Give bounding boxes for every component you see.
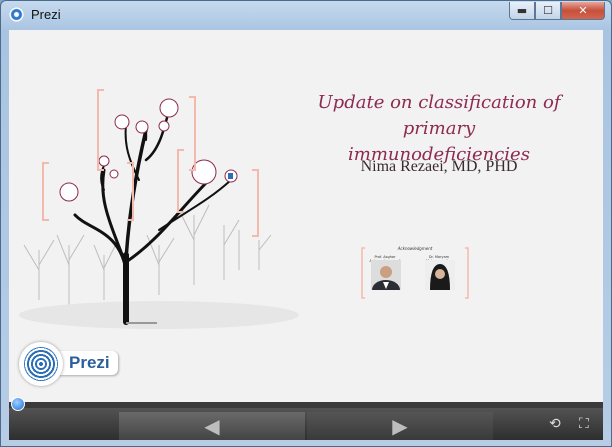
progress-bar[interactable] [9,397,603,411]
minimize-button[interactable]: ▬ [509,2,535,20]
window-title: Prezi [31,7,61,22]
prezi-app-icon [9,7,24,22]
fullscreen-icon[interactable]: ⛶ [579,416,589,432]
prezi-window: Prezi ▬ ☐ ✕ Update on classification of … [0,0,612,447]
presentation-canvas[interactable]: Update on classification of primary immu… [9,30,603,402]
person2-photo [425,260,455,290]
ack-label: Acknowledgment [397,246,433,251]
next-button[interactable]: ▶ [307,412,493,440]
prezi-logo[interactable]: Prezi [19,342,119,386]
presentation-title: Update on classification of primary immu… [279,90,599,168]
title-bar[interactable]: Prezi ▬ ☐ ✕ [1,1,611,29]
autoplay-icon[interactable]: ⟲ [549,416,561,432]
player-toolbar: ◀ ▶ ⟲ ⛶ [9,397,603,440]
arrow-right-icon: ▶ [392,414,408,438]
presentation-author: Nima Rezaei, MD, PHD [360,158,518,175]
close-button[interactable]: ✕ [561,2,605,20]
arrow-left-icon: ◀ [204,414,220,438]
prezi-logo-icon [19,342,63,386]
person1-photo [371,260,401,290]
title-line-1: Update on classification of primary [317,92,561,139]
acknowledgment-frame: Acknowledgment Prof. Asghar Aghamohammad… [361,246,469,300]
maximize-button[interactable]: ☐ [535,2,561,20]
progress-knob[interactable] [11,397,25,411]
previous-button[interactable]: ◀ [119,412,305,440]
